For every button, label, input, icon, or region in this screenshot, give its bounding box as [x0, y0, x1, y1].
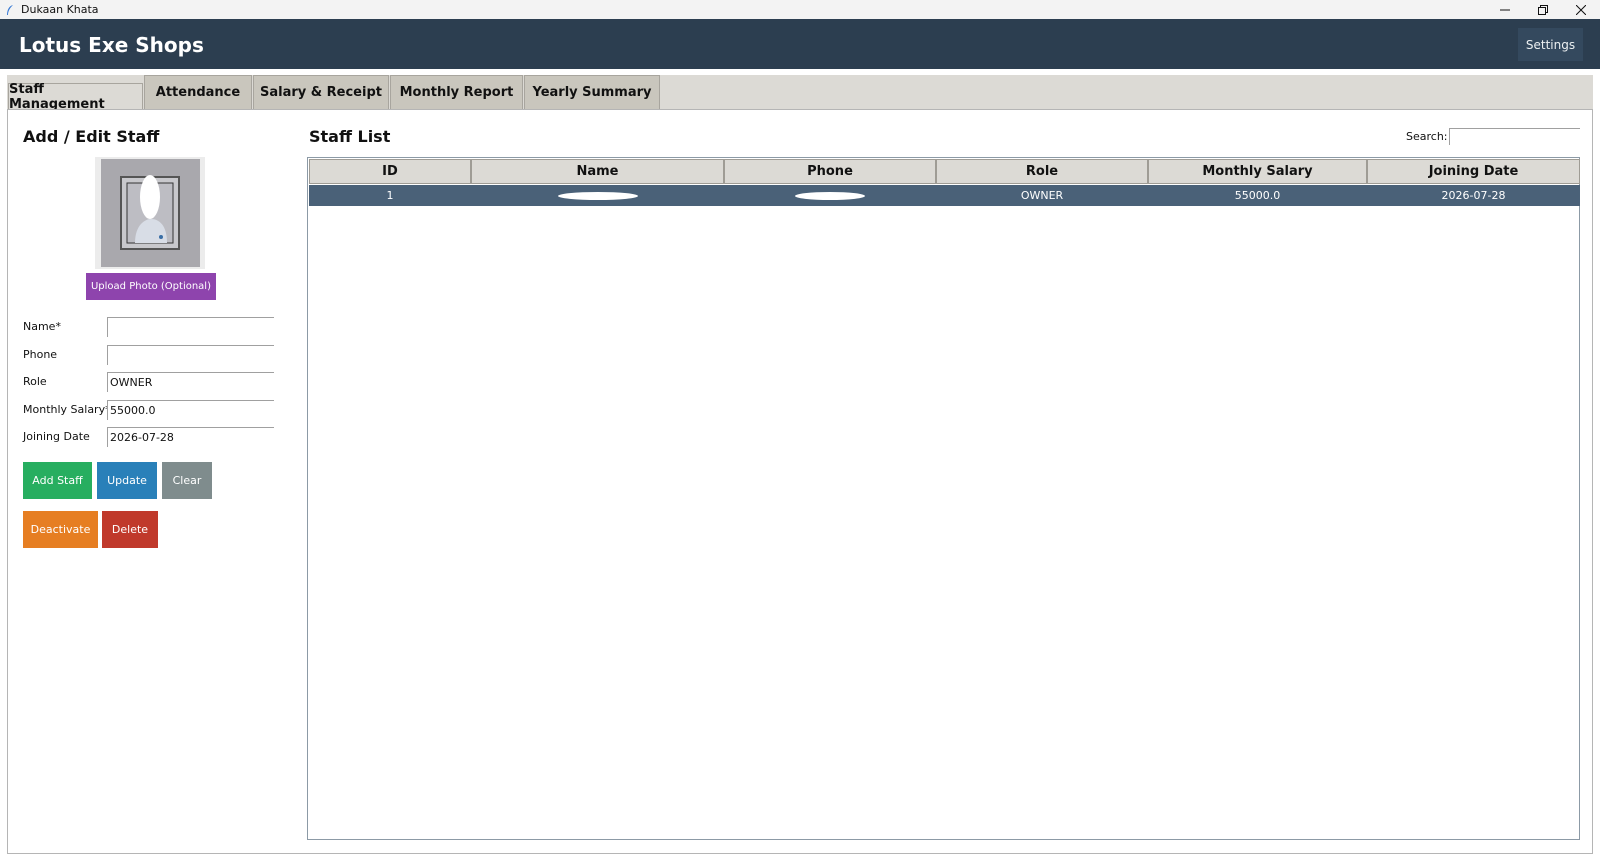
tab-strip: Staff Management Attendance Salary & Rec… — [7, 75, 1593, 112]
update-button[interactable]: Update — [97, 462, 157, 499]
tab-salary-receipt[interactable]: Salary & Receipt — [253, 75, 389, 109]
search-input[interactable] — [1449, 128, 1580, 145]
column-header-role[interactable]: Role — [936, 159, 1148, 184]
minimize-icon[interactable] — [1486, 0, 1524, 19]
staff-table: ID Name Phone Role Monthly Salary Joinin… — [307, 157, 1580, 840]
tab-attendance[interactable]: Attendance — [144, 75, 252, 109]
column-header-name[interactable]: Name — [471, 159, 724, 184]
name-label: Name* — [23, 320, 61, 333]
column-header-id[interactable]: ID — [309, 159, 471, 184]
column-header-phone[interactable]: Phone — [724, 159, 936, 184]
name-field[interactable] — [107, 317, 274, 337]
settings-button[interactable]: Settings — [1518, 28, 1583, 61]
phone-label: Phone — [23, 348, 58, 361]
role-field[interactable]: OWNER — [107, 372, 274, 392]
tab-monthly-report[interactable]: Monthly Report — [390, 75, 523, 109]
cell-id: 1 — [386, 189, 394, 202]
search-label: Search: — [1406, 130, 1448, 143]
salary-label: Monthly Salary* — [23, 403, 111, 416]
cell-phone — [724, 185, 936, 206]
cell-name — [471, 185, 724, 206]
tab-staff-management[interactable]: Staff Management — [8, 82, 143, 112]
upload-photo-button[interactable]: Upload Photo (Optional) — [86, 273, 216, 300]
cell-joining-date: 2026-07-28 — [1441, 189, 1506, 202]
delete-button[interactable]: Delete — [102, 511, 158, 548]
joining-date-field[interactable]: 2026-07-28 — [107, 427, 274, 447]
tab-yearly-summary[interactable]: Yearly Summary — [524, 75, 660, 109]
cell-role: OWNER — [1020, 189, 1064, 202]
salary-field[interactable]: 55000.0 — [107, 400, 274, 420]
column-header-monthly-salary[interactable]: Monthly Salary — [1148, 159, 1367, 184]
column-header-joining-date[interactable]: Joining Date — [1367, 159, 1580, 184]
clear-button[interactable]: Clear — [162, 462, 212, 499]
deactivate-button[interactable]: Deactivate — [23, 511, 98, 548]
feather-app-icon — [4, 4, 16, 16]
phone-field[interactable] — [107, 345, 274, 365]
add-staff-button[interactable]: Add Staff — [23, 462, 92, 499]
close-icon[interactable] — [1562, 0, 1600, 19]
window-title: Dukaan Khata — [21, 3, 99, 16]
app-header: Lotus Exe Shops Settings — [0, 19, 1600, 69]
role-label: Role — [23, 375, 47, 388]
restore-icon[interactable] — [1524, 0, 1562, 19]
list-title: Staff List — [309, 127, 391, 146]
staff-photo — [101, 159, 200, 267]
brand-title: Lotus Exe Shops — [19, 33, 204, 57]
table-row[interactable]: 1 OWNER 55000.0 2026-07-28 — [309, 185, 1580, 206]
table-header: ID Name Phone Role Monthly Salary Joinin… — [309, 159, 1580, 184]
joining-date-label: Joining Date — [23, 430, 90, 443]
form-title: Add / Edit Staff — [23, 127, 160, 146]
cell-monthly-salary: 55000.0 — [1234, 189, 1281, 202]
window-titlebar: Dukaan Khata — [0, 0, 1600, 19]
